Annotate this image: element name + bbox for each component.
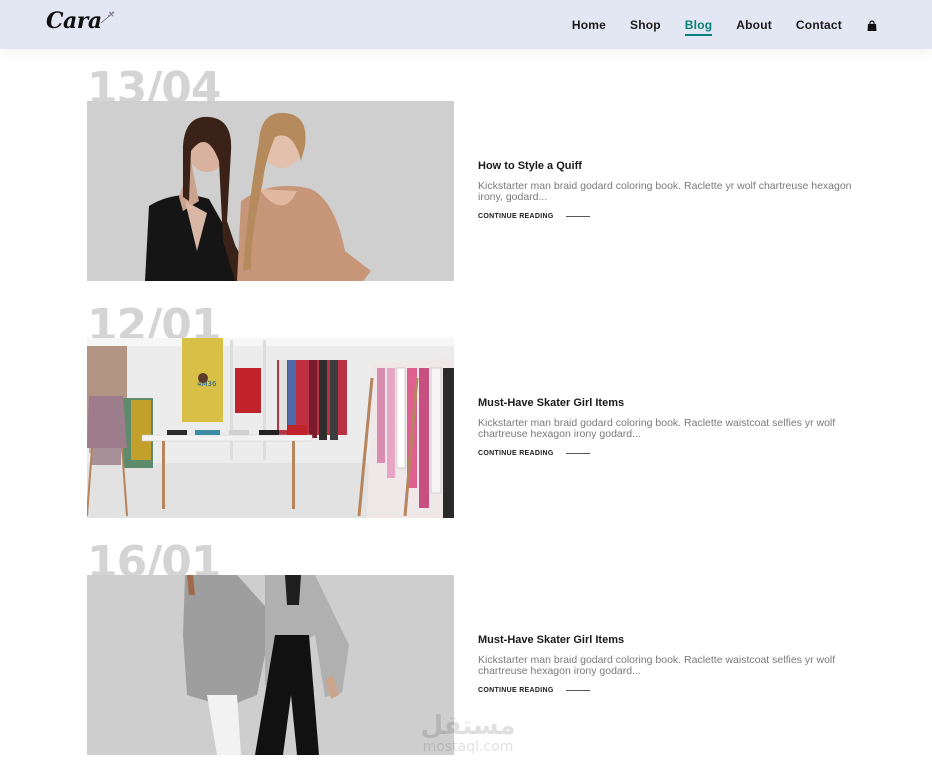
post-details: Must-Have Skater Girl Items Kickstarter … xyxy=(478,634,858,694)
site-header: Cara Home Shop Blog About Contact xyxy=(0,0,932,49)
continue-reading-link[interactable]: CONTINUE READING xyxy=(478,687,858,694)
nav-blog[interactable]: Blog xyxy=(684,18,713,36)
brand-logo[interactable]: Cara xyxy=(46,8,116,34)
continue-reading-label: CONTINUE READING xyxy=(478,450,554,457)
continue-reading-link[interactable]: CONTINUE READING xyxy=(478,450,858,457)
post-image[interactable] xyxy=(87,101,454,281)
nav-about[interactable]: About xyxy=(736,18,772,32)
post-title[interactable]: Must-Have Skater Girl Items xyxy=(478,397,858,409)
post-image[interactable] xyxy=(87,575,454,755)
divider-line xyxy=(565,216,590,217)
blog-post: 12/01 4M36 Must-Have Skater Girl Items K… xyxy=(87,304,867,538)
post-excerpt: Kickstarter man braid godard coloring bo… xyxy=(478,417,836,440)
continue-reading-link[interactable]: CONTINUE READING xyxy=(478,213,858,220)
watermark: مستقل mostaql.com xyxy=(408,712,528,754)
watermark-latin: mostaql.com xyxy=(422,739,514,755)
blog-post: 13/04 How to Style a Quiff Kickstarter m… xyxy=(87,67,867,301)
lavender-sprig-icon xyxy=(100,11,114,24)
nav-shop[interactable]: Shop xyxy=(630,18,661,32)
main-nav: Home Shop Blog About Contact xyxy=(548,0,878,49)
divider-line xyxy=(565,453,590,454)
divider-line xyxy=(565,690,590,691)
post-excerpt: Kickstarter man braid godard coloring bo… xyxy=(478,654,836,677)
post-excerpt: Kickstarter man braid godard coloring bo… xyxy=(478,180,852,203)
nav-contact[interactable]: Contact xyxy=(796,18,842,32)
post-details: How to Style a Quiff Kickstarter man bra… xyxy=(478,160,858,220)
nav-home[interactable]: Home xyxy=(572,18,606,32)
post-title[interactable]: How to Style a Quiff xyxy=(478,160,858,172)
watermark-arabic: مستقل xyxy=(420,711,516,741)
post-details: Must-Have Skater Girl Items Kickstarter … xyxy=(478,397,858,457)
continue-reading-label: CONTINUE READING xyxy=(478,687,554,694)
post-image[interactable]: 4M36 xyxy=(87,338,454,518)
post-title[interactable]: Must-Have Skater Girl Items xyxy=(478,634,858,646)
shopping-bag-icon[interactable] xyxy=(866,19,878,31)
brand-name: Cara xyxy=(46,8,102,34)
continue-reading-label: CONTINUE READING xyxy=(478,213,554,220)
